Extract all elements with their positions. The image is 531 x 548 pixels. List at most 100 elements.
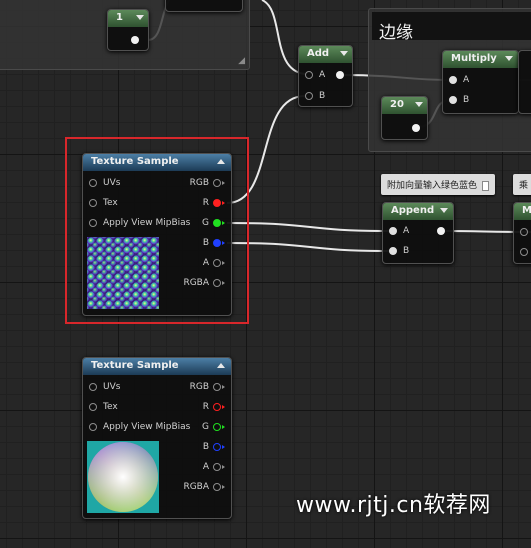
pin-icon[interactable] [520, 228, 528, 236]
dropdown-arrow-icon[interactable] [340, 51, 348, 56]
tooltip-text: 乘 [519, 181, 529, 191]
append-header: Append [383, 203, 453, 220]
ts1-output-a[interactable]: A [203, 258, 225, 268]
ts1-output-rgba[interactable]: RGBA [183, 278, 225, 288]
add-pin-a[interactable]: A [305, 70, 325, 80]
tooltip-text: 附加向量输入绿色蓝色 [387, 181, 478, 191]
dropdown-arrow-icon[interactable] [440, 208, 448, 213]
append-tooltip: 附加向量输入绿色蓝色 [381, 174, 496, 195]
const-twenty-output-pin[interactable] [412, 124, 420, 132]
const-twenty-value: 20 [390, 99, 404, 110]
resize-grip-icon[interactable]: ◢ [238, 56, 245, 66]
pin-label: B [319, 91, 326, 101]
pin-icon [213, 198, 221, 207]
append-pin-b[interactable]: B [389, 246, 409, 256]
color-wheel-texture-preview [87, 441, 159, 513]
pin-label: G [202, 422, 209, 432]
ts2-output-a[interactable]: A [203, 462, 225, 472]
pin-icon[interactable] [520, 248, 528, 256]
dropdown-arrow-icon[interactable] [415, 102, 423, 107]
pin-icon [213, 442, 221, 451]
pin-icon [213, 278, 221, 287]
texture-sample-1-header: Texture Sample [83, 154, 231, 171]
multiply-title: Multiply [451, 53, 497, 64]
partial-title: M [522, 205, 531, 216]
const-twenty-node[interactable]: 20 [381, 96, 428, 140]
texture-sample-2-title: Texture Sample [91, 360, 179, 371]
ts1-output-b[interactable]: B [203, 238, 225, 248]
pin-icon [89, 198, 97, 207]
pin-icon [89, 178, 97, 187]
partial-node-right[interactable]: M [513, 202, 531, 264]
ts1-input-tex[interactable]: Tex [89, 198, 118, 208]
pin-label: B [202, 442, 209, 452]
pin-label: A [463, 75, 470, 85]
watermark-text: www.rjtj.cn软荐网 [296, 493, 491, 518]
pin-label: A [202, 258, 209, 268]
append-output-pin[interactable] [437, 227, 445, 235]
pin-icon [449, 95, 457, 104]
const-one-header: 1 [108, 10, 148, 27]
pin-label: Tex [103, 198, 118, 208]
add-pin-b[interactable]: B [305, 91, 325, 101]
texture-sample-node-2[interactable]: Texture Sample UVs Tex Apply View MipBia… [82, 357, 232, 519]
pin-icon [213, 462, 221, 471]
const-twenty-header: 20 [382, 97, 427, 114]
add-output-pin[interactable] [336, 71, 344, 79]
pin-label: Apply View MipBias [103, 218, 191, 228]
pin-label: RGBA [183, 278, 209, 288]
ts2-input-uvs[interactable]: UVs [89, 382, 120, 392]
add-header: Add [299, 46, 352, 63]
pin-icon [89, 218, 97, 227]
ts2-output-g[interactable]: G [202, 422, 225, 432]
pin-label: UVs [103, 382, 121, 392]
pin-icon [305, 91, 313, 100]
pin-label: R [202, 198, 209, 208]
dropdown-arrow-icon[interactable] [136, 15, 144, 20]
pin-icon [213, 482, 221, 491]
pin-icon [213, 178, 221, 187]
collapse-arrow-icon[interactable] [217, 159, 225, 164]
pin-icon [89, 382, 97, 391]
multiply-pin-b[interactable]: B [449, 95, 469, 105]
append-node[interactable]: Append A B [382, 202, 454, 264]
pin-label: Apply View MipBias [103, 422, 191, 432]
pin-label: Tex [103, 402, 118, 412]
multiply-output-stub [518, 50, 531, 114]
add-node[interactable]: Add A B [298, 45, 353, 107]
pin-label: RGBA [183, 482, 209, 492]
append-pin-a[interactable]: A [389, 226, 409, 236]
pin-label: A [403, 226, 410, 236]
pin-icon [449, 75, 457, 84]
ts1-output-r[interactable]: R [203, 198, 225, 208]
texture-sample-node-1[interactable]: Texture Sample UVs Tex Apply View MipBia… [82, 153, 232, 316]
ts2-output-rgba[interactable]: RGBA [183, 482, 225, 492]
ts1-input-uvs[interactable]: UVs [89, 178, 120, 188]
pin-label: B [403, 246, 410, 256]
ts2-input-tex[interactable]: Tex [89, 402, 118, 412]
node-top-partial[interactable]: B [165, 0, 243, 12]
dropdown-arrow-icon[interactable] [505, 56, 513, 61]
pin-label: UVs [103, 178, 121, 188]
pin-label: B [463, 95, 470, 105]
ts1-input-mipbias[interactable]: Apply View MipBias [89, 218, 190, 228]
multiply-header: Multiply [443, 51, 518, 68]
multiply-tooltip: 乘 [513, 174, 531, 195]
pin-label: G [202, 218, 209, 228]
multiply-pin-a[interactable]: A [449, 75, 469, 85]
comment-title[interactable]: 边缘 [372, 12, 531, 43]
wire-b-to-append-b [226, 242, 391, 252]
ts2-input-mipbias[interactable]: Apply View MipBias [89, 422, 190, 432]
pin-input-b-partial[interactable]: B [170, 0, 190, 1]
const-one-output-pin[interactable] [131, 36, 139, 44]
texture-sample-2-header: Texture Sample [83, 358, 231, 375]
ts2-output-r[interactable]: R [203, 402, 225, 412]
ts2-output-b[interactable]: B [203, 442, 225, 452]
pin-icon [213, 238, 221, 247]
multiply-node[interactable]: Multiply A B [442, 50, 519, 114]
ts1-output-rgb[interactable]: RGB [190, 178, 225, 188]
ts1-output-g[interactable]: G [202, 218, 225, 228]
collapse-arrow-icon[interactable] [217, 363, 225, 368]
const-one-node[interactable]: 1 [107, 9, 149, 51]
ts2-output-rgb[interactable]: RGB [190, 382, 225, 392]
